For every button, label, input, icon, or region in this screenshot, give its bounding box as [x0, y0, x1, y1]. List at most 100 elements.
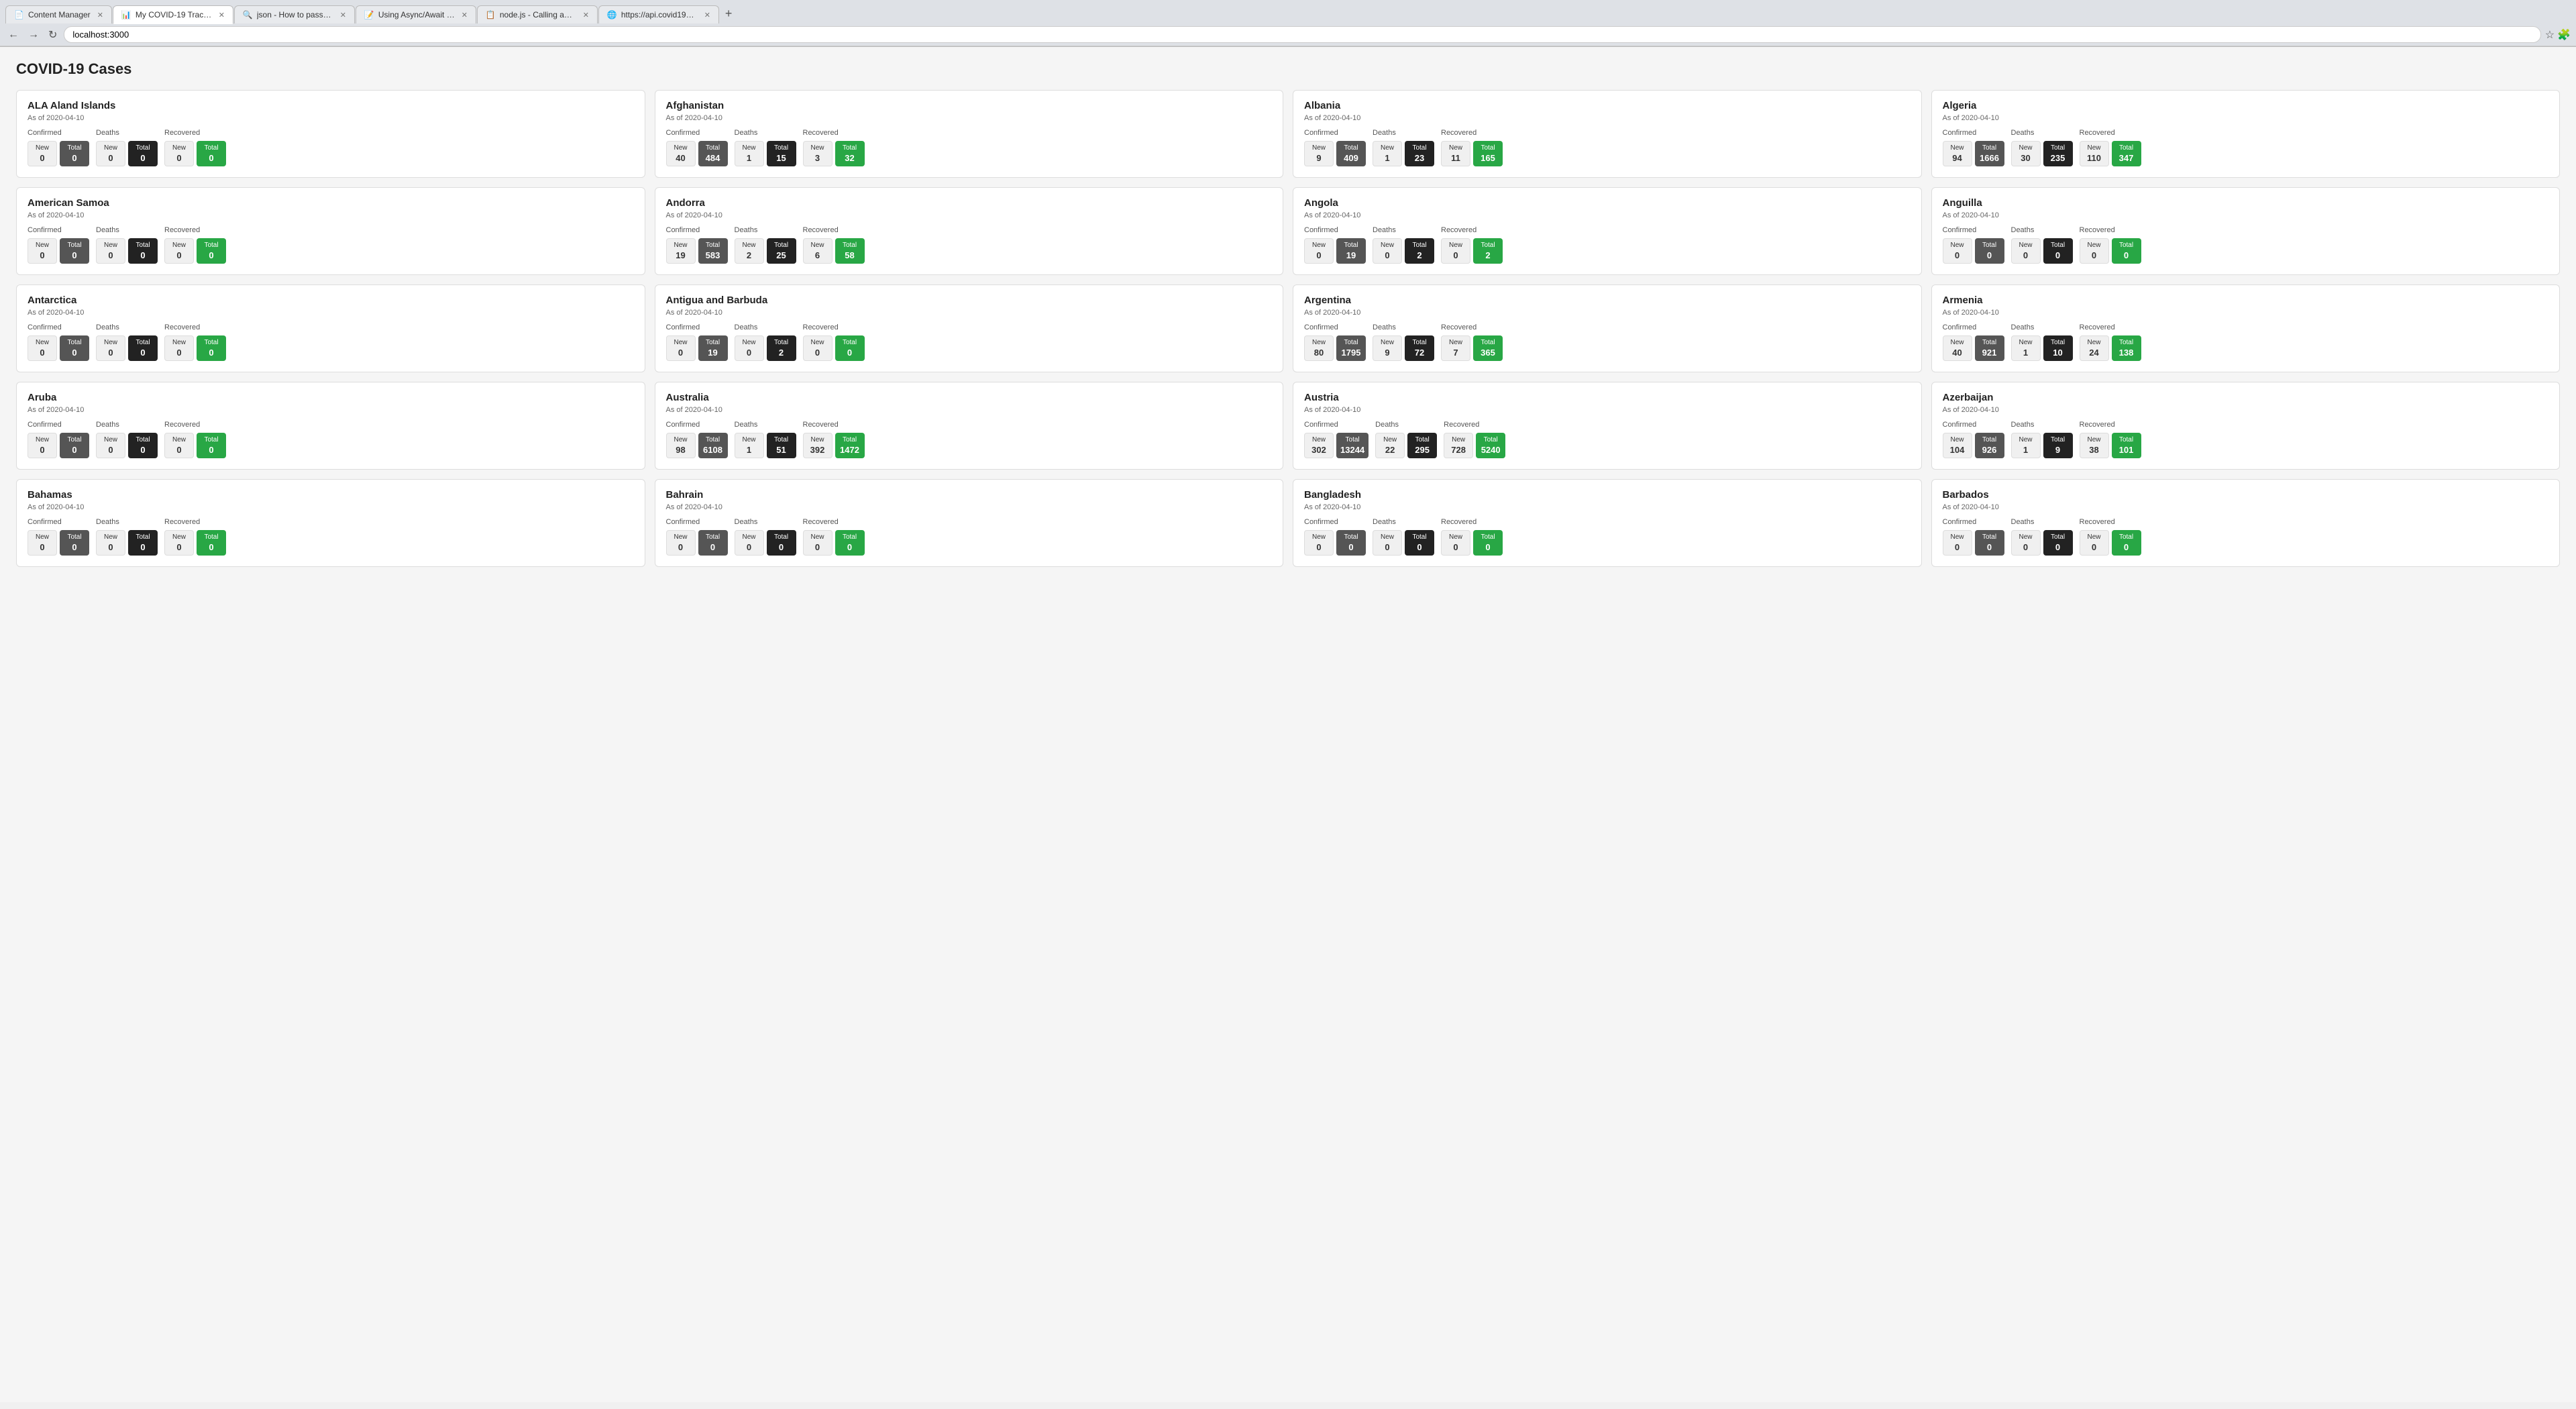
recovered-label: Recovered	[2080, 226, 2141, 234]
new-label: New	[2087, 339, 2100, 346]
confirmed-label: Confirmed	[1304, 518, 1366, 526]
total-label: Total	[843, 436, 857, 443]
total-label: Total	[1484, 436, 1498, 443]
tab-covid-tracker[interactable]: 📊 My COVID-19 Tracker ✕	[113, 5, 233, 24]
total-label: Total	[774, 436, 788, 443]
recovered-label: Recovered	[803, 129, 865, 137]
recovered-total-box: Total 0	[2112, 530, 2141, 556]
recovered-group: Recovered New 0 Total 0	[164, 129, 226, 166]
deaths-group: Deaths New 1 Total 10	[2011, 323, 2073, 361]
as-of-date: As of 2020-04-10	[1943, 406, 2549, 414]
country-card-anguilla: Anguilla As of 2020-04-10 Confirmed New …	[1931, 187, 2561, 275]
recovered-new-value: 0	[176, 250, 181, 260]
recovered-boxes: New 0 Total 0	[164, 238, 226, 264]
new-label: New	[742, 144, 755, 152]
country-name: Austria	[1304, 392, 1911, 403]
new-tab-button[interactable]: +	[720, 4, 738, 23]
recovered-label: Recovered	[803, 323, 865, 331]
confirmed-new-value: 9	[1316, 153, 1321, 163]
address-input[interactable]	[64, 26, 2540, 43]
recovered-new-value: 0	[176, 348, 181, 358]
recovered-group: Recovered New 392 Total 1472	[803, 421, 865, 458]
deaths-group: Deaths New 0 Total 0	[2011, 226, 2073, 264]
deaths-boxes: New 0 Total 2	[735, 335, 796, 361]
deaths-label: Deaths	[2011, 323, 2073, 331]
recovered-new-value: 728	[1451, 445, 1466, 455]
tab-close-icon[interactable]: ✕	[340, 11, 346, 19]
tab-covid-api[interactable]: 🌐 https://api.covid19api.com/sum... ✕	[598, 5, 719, 23]
confirmed-label: Confirmed	[28, 129, 89, 137]
deaths-new-value: 1	[747, 153, 751, 163]
tab-title: json - How to pass array of obje...	[257, 10, 333, 19]
back-button[interactable]: ←	[5, 28, 21, 42]
deaths-group: Deaths New 0 Total 0	[96, 421, 158, 458]
deaths-group: Deaths New 1 Total 15	[735, 129, 796, 166]
new-label: New	[1312, 144, 1326, 152]
deaths-group: Deaths New 2 Total 25	[735, 226, 796, 264]
as-of-date: As of 2020-04-10	[666, 503, 1273, 511]
total-label: Total	[1481, 144, 1495, 152]
recovered-label: Recovered	[164, 129, 226, 137]
reload-button[interactable]: ↻	[46, 27, 60, 43]
stats-groups: Confirmed New 104 Total 926 Deaths N	[1943, 421, 2549, 458]
confirmed-total-box: Total 0	[1975, 238, 2004, 264]
total-label: Total	[706, 144, 720, 152]
deaths-group: Deaths New 0 Total 0	[2011, 518, 2073, 556]
confirmed-new-value: 0	[40, 153, 44, 163]
recovered-group: Recovered New 0 Total 0	[164, 323, 226, 361]
forward-button[interactable]: →	[25, 28, 42, 42]
recovered-total-box: Total 5240	[1476, 433, 1505, 458]
confirmed-new-box: New 0	[28, 141, 57, 166]
tab-async-await[interactable]: 📝 Using Async/Await in Express w... ✕	[356, 5, 476, 23]
tab-nodejs[interactable]: 📋 node.js - Calling an API endpoin... ✕	[477, 5, 598, 23]
recovered-new-value: 11	[1451, 153, 1460, 163]
total-label: Total	[2119, 436, 2133, 443]
total-label: Total	[774, 533, 788, 541]
recovered-new-value: 110	[2087, 153, 2101, 163]
deaths-group: Deaths New 0 Total 0	[96, 323, 158, 361]
recovered-boxes: New 0 Total 0	[2080, 530, 2141, 556]
deaths-label: Deaths	[735, 226, 796, 234]
recovered-total-box: Total 2	[1473, 238, 1503, 264]
confirmed-new-box: New 94	[1943, 141, 1972, 166]
recovered-new-value: 0	[176, 542, 181, 552]
deaths-boxes: New 22 Total 295	[1375, 433, 1437, 458]
deaths-new-value: 1	[2023, 348, 2028, 358]
recovered-label: Recovered	[2080, 323, 2141, 331]
as-of-date: As of 2020-04-10	[28, 114, 634, 122]
as-of-date: As of 2020-04-10	[666, 406, 1273, 414]
tab-content-manager[interactable]: 📄 Content Manager ✕	[5, 5, 112, 23]
tab-close-icon[interactable]: ✕	[219, 11, 225, 19]
bookmark-icon[interactable]: ☆	[2545, 28, 2555, 42]
deaths-label: Deaths	[96, 226, 158, 234]
deaths-boxes: New 1 Total 51	[735, 433, 796, 458]
tab-favicon: 🌐	[607, 10, 617, 19]
tab-json[interactable]: 🔍 json - How to pass array of obje... ✕	[234, 5, 355, 23]
recovered-total-box: Total 0	[835, 335, 865, 361]
new-label: New	[2019, 436, 2032, 443]
total-label: Total	[706, 339, 720, 346]
extensions-icon[interactable]: 🧩	[2557, 28, 2571, 42]
recovered-boxes: New 0 Total 0	[1441, 530, 1503, 556]
confirmed-total-box: Total 409	[1336, 141, 1366, 166]
tab-close-icon[interactable]: ✕	[704, 11, 710, 19]
total-label: Total	[2119, 533, 2133, 541]
deaths-total-box: Total 51	[767, 433, 796, 458]
recovered-group: Recovered New 0 Total 0	[803, 323, 865, 361]
tab-close-icon[interactable]: ✕	[583, 11, 589, 19]
total-label: Total	[204, 533, 218, 541]
country-card-american-samoa: American Samoa As of 2020-04-10 Confirme…	[16, 187, 645, 275]
deaths-label: Deaths	[735, 323, 796, 331]
recovered-label: Recovered	[164, 421, 226, 429]
tab-close-icon[interactable]: ✕	[462, 11, 468, 19]
recovered-boxes: New 0 Total 0	[803, 335, 865, 361]
recovered-boxes: New 24 Total 138	[2080, 335, 2141, 361]
deaths-total-value: 9	[2055, 445, 2060, 455]
tab-title: https://api.covid19api.com/sum...	[621, 10, 698, 19]
country-name: Afghanistan	[666, 100, 1273, 111]
confirmed-group: Confirmed New 0 Total 0	[666, 518, 728, 556]
recovered-group: Recovered New 6 Total 58	[803, 226, 865, 264]
deaths-new-value: 0	[108, 250, 113, 260]
confirmed-new-value: 40	[1952, 348, 1962, 358]
tab-close-icon[interactable]: ✕	[97, 11, 103, 19]
